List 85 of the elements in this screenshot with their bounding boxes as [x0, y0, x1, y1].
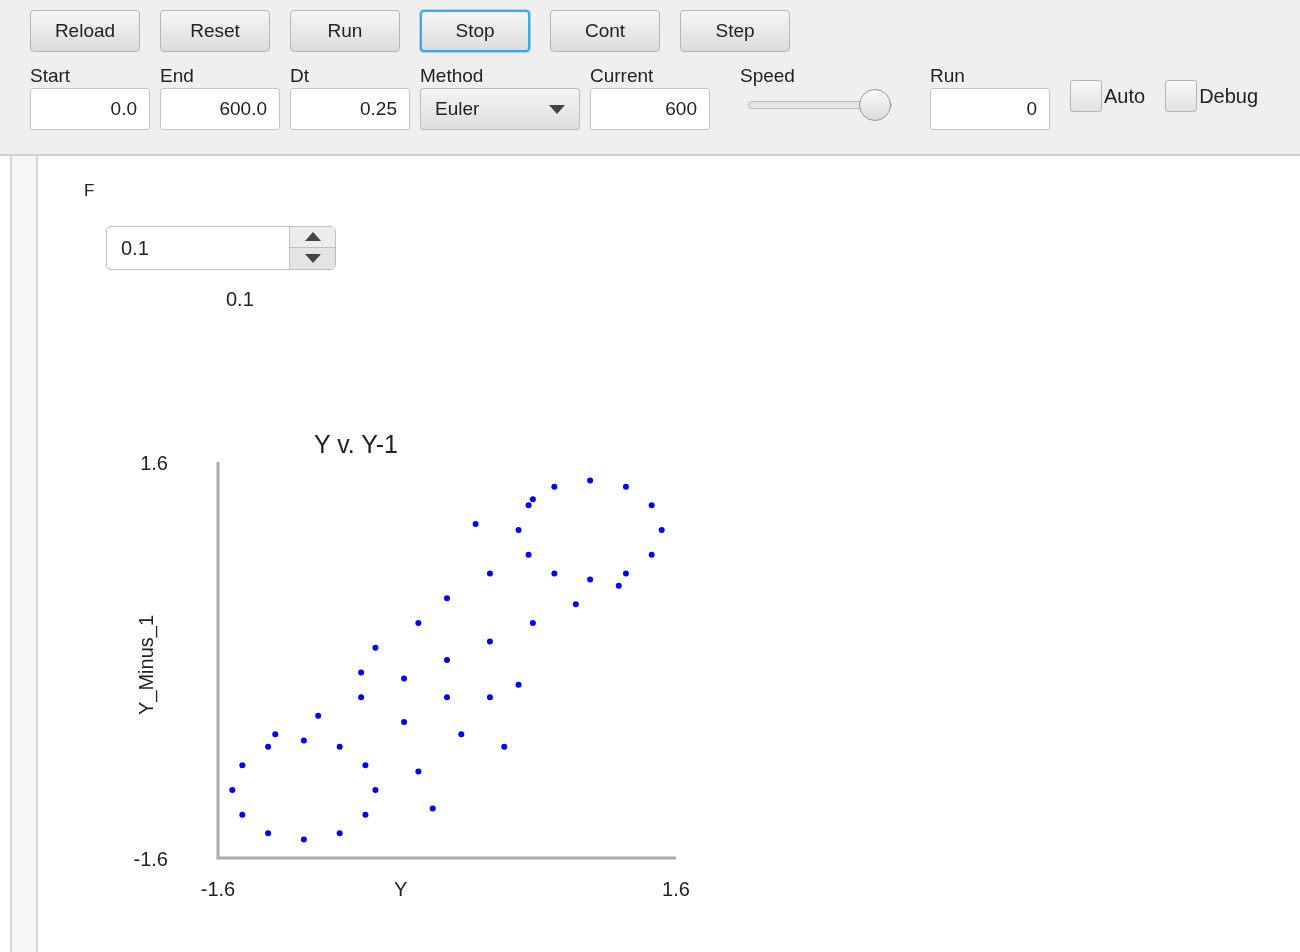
scatter-point — [372, 786, 379, 793]
x-axis-label: Y — [394, 876, 408, 902]
text-field[interactable]: 600 — [590, 88, 710, 130]
toolbar-button[interactable]: Cont — [550, 10, 660, 52]
y-axis-label: Y_Minus_1 — [134, 613, 159, 717]
scatter-point — [415, 619, 422, 626]
scatter-point — [587, 477, 594, 484]
scatter-point — [648, 551, 655, 558]
scatter-point — [486, 637, 493, 644]
scatter-point — [362, 811, 369, 818]
scatter-point — [572, 600, 579, 607]
scatter-point — [529, 619, 536, 626]
toolbar-button[interactable]: Stop — [420, 10, 530, 52]
parameter-reading: 0.1 — [226, 286, 255, 312]
field-label: Method — [420, 64, 485, 88]
scatter-point — [525, 551, 532, 558]
toolbar-button[interactable]: Reload — [30, 10, 140, 52]
scatter-point — [401, 675, 408, 682]
scatter-point — [229, 786, 236, 793]
scatter-point — [239, 761, 246, 768]
scatter-point — [501, 743, 508, 750]
scatter-point — [486, 693, 493, 700]
text-field[interactable]: 0 — [930, 88, 1050, 130]
text-field[interactable]: 0.25 — [290, 88, 410, 130]
scatter-point — [336, 829, 343, 836]
scatter-point — [415, 767, 422, 774]
slider-thumb[interactable] — [859, 89, 891, 121]
scatter-point — [515, 681, 522, 688]
scatter-point — [358, 693, 365, 700]
scatter-point — [658, 526, 665, 533]
scatter-point — [265, 743, 272, 750]
spinner-field[interactable]: 0.1 — [106, 225, 336, 270]
x-tick-label: 1.6 — [662, 876, 690, 902]
text-field[interactable]: 600.0 — [160, 88, 280, 130]
toolbar-button[interactable]: Run — [290, 10, 400, 52]
scatter-point — [300, 835, 307, 842]
scatter-point — [515, 526, 522, 533]
scatter-point — [336, 743, 343, 750]
spinner-down-button[interactable] — [290, 248, 335, 269]
checkbox[interactable] — [1165, 80, 1198, 112]
scatter-point — [472, 520, 479, 527]
scatter-point — [239, 811, 246, 818]
checkbox-label: Auto — [1104, 84, 1146, 109]
chart-title: Y v. Y-1 — [314, 428, 398, 460]
scatter-point — [622, 569, 629, 576]
checkbox[interactable] — [1070, 80, 1102, 112]
scatter-point — [486, 569, 493, 576]
scatter-point — [444, 693, 450, 700]
spinner-up-button[interactable] — [290, 226, 335, 248]
x-tick-label: -1.6 — [200, 876, 236, 902]
parameter-label: F — [84, 180, 96, 202]
toolbar-button[interactable]: Step — [680, 10, 790, 52]
caret-icon — [549, 104, 565, 114]
scatter-point — [587, 576, 594, 583]
field-label: Speed — [740, 64, 796, 88]
down-triangle-icon — [304, 253, 321, 263]
field-label: Dt — [290, 64, 310, 88]
text-field[interactable]: 0.0 — [30, 88, 150, 130]
scatter-point — [648, 501, 655, 508]
field-label: End — [160, 64, 195, 88]
scatter-point — [358, 668, 365, 675]
scatter-point — [551, 569, 558, 576]
field-label: Current — [590, 64, 655, 88]
scatter-point — [401, 718, 408, 725]
scatter-point — [315, 712, 322, 719]
scatter-point — [372, 644, 379, 651]
scatter-point — [615, 582, 622, 589]
scatter-point — [551, 483, 558, 490]
scatter-point — [265, 829, 272, 836]
scatter-point — [362, 761, 369, 768]
y-tick-label: -1.6 — [133, 846, 168, 872]
y-tick-label: 1.6 — [140, 450, 168, 476]
up-triangle-icon — [304, 232, 321, 242]
field-label: Run — [930, 64, 966, 88]
checkbox-label: Debug — [1199, 84, 1259, 109]
scatter-point — [444, 656, 450, 663]
scatter-point — [300, 736, 307, 743]
scatter-point — [429, 805, 436, 811]
toolbar-button[interactable]: Reset — [160, 10, 270, 52]
method-dropdown[interactable]: Euler — [420, 88, 580, 130]
scatter-point — [458, 730, 465, 737]
field-label: Start — [30, 64, 72, 88]
scatter-point — [444, 594, 450, 601]
scatter-point — [272, 730, 279, 737]
scatter-point — [622, 483, 629, 490]
